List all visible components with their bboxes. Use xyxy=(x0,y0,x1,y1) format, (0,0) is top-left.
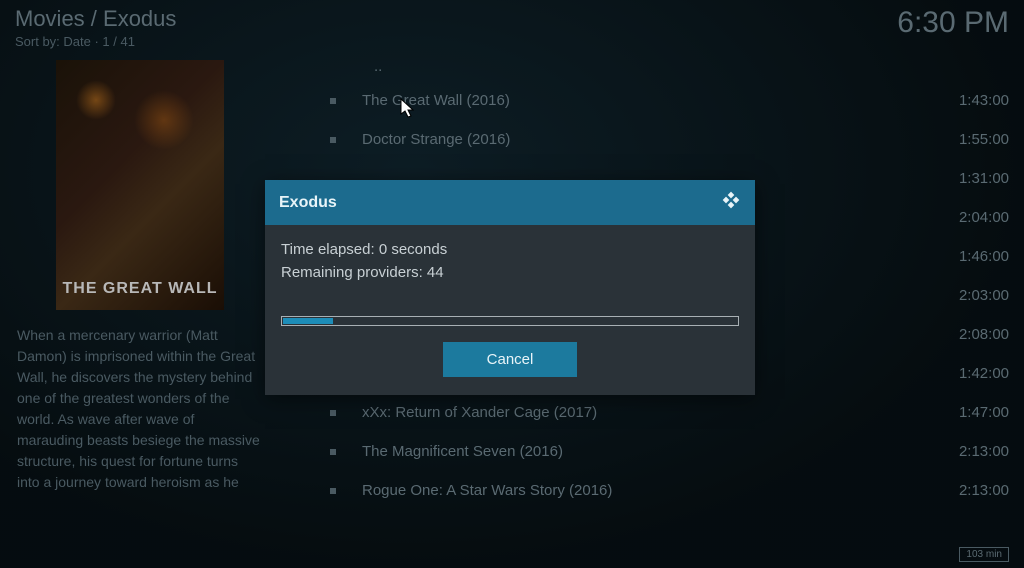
list-item[interactable]: The Great Wall (2016) 1:43:00 xyxy=(330,81,1009,120)
poster-title: THE GREAT WALL xyxy=(62,280,217,298)
movie-duration: 1:31:00 xyxy=(959,170,1009,187)
bullet-icon xyxy=(330,449,336,455)
list-item[interactable]: The Magnificent Seven (2016) 2:13:00 xyxy=(330,432,1009,471)
movie-title: Rogue One: A Star Wars Story (2016) xyxy=(362,482,612,499)
movie-duration: 1:47:00 xyxy=(959,404,1009,421)
movie-duration: 2:04:00 xyxy=(959,209,1009,226)
movie-duration: 2:08:00 xyxy=(959,326,1009,343)
progress-dialog: Exodus Time elapsed: 0 seconds Remaining… xyxy=(265,180,755,395)
list-item[interactable]: Doctor Strange (2016) 1:55:00 xyxy=(330,120,1009,159)
movie-title: Doctor Strange (2016) xyxy=(362,131,510,148)
dialog-header: Exodus xyxy=(265,180,755,225)
elapsed-text: Time elapsed: 0 seconds xyxy=(281,239,739,262)
runtime-badge: 103 min xyxy=(959,547,1009,562)
list-item[interactable]: xXx: Return of Xander Cage (2017) 1:47:0… xyxy=(330,393,1009,432)
movie-duration: 1:55:00 xyxy=(959,131,1009,148)
movie-duration: 2:13:00 xyxy=(959,443,1009,460)
movie-duration: 2:03:00 xyxy=(959,287,1009,304)
bullet-icon xyxy=(330,137,336,143)
movie-duration: 1:46:00 xyxy=(959,248,1009,265)
movie-title: xXx: Return of Xander Cage (2017) xyxy=(362,404,597,421)
bullet-icon xyxy=(330,488,336,494)
movie-duration: 1:42:00 xyxy=(959,365,1009,382)
sort-indicator: Sort by: Date · 1 / 41 xyxy=(15,34,176,49)
movie-poster: THE GREAT WALL xyxy=(56,60,224,310)
kodi-icon xyxy=(721,190,741,215)
clock: 6:30 PM xyxy=(897,6,1009,40)
movie-synopsis: When a mercenary warrior (Matt Damon) is… xyxy=(15,325,265,493)
remaining-text: Remaining providers: 44 xyxy=(281,262,739,285)
progress-fill xyxy=(283,318,333,324)
breadcrumb: Movies / Exodus xyxy=(15,6,176,32)
bullet-icon xyxy=(330,410,336,416)
bullet-icon xyxy=(330,98,336,104)
movie-duration: 1:43:00 xyxy=(959,92,1009,109)
list-item-parent[interactable]: .. xyxy=(330,54,1009,81)
movie-title: The Magnificent Seven (2016) xyxy=(362,443,563,460)
progress-bar xyxy=(281,316,739,326)
cancel-button[interactable]: Cancel xyxy=(443,342,578,377)
movie-duration: 2:13:00 xyxy=(959,482,1009,499)
movie-title: The Great Wall (2016) xyxy=(362,92,510,109)
dialog-title: Exodus xyxy=(279,194,337,212)
list-item[interactable]: Rogue One: A Star Wars Story (2016) 2:13… xyxy=(330,471,1009,510)
